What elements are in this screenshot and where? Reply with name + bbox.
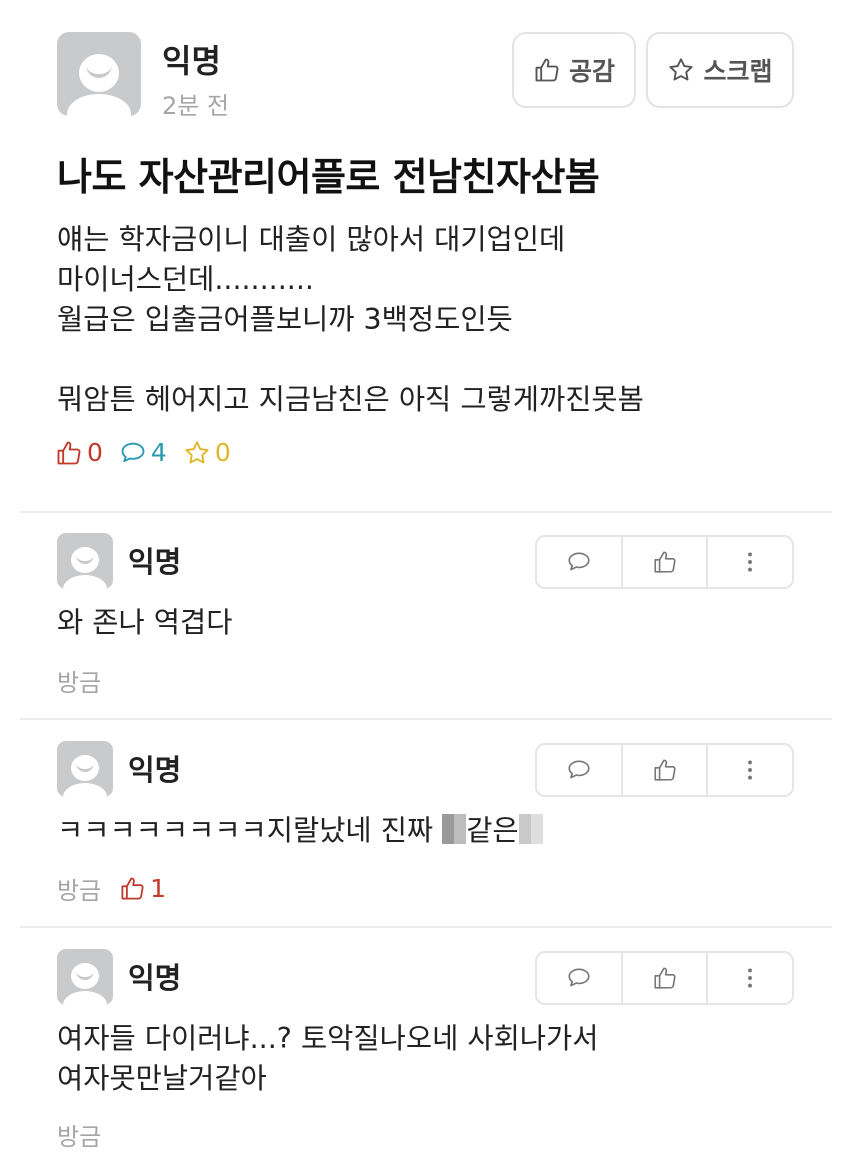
like-count: 0 bbox=[55, 438, 103, 467]
comment-action-group bbox=[535, 951, 794, 1005]
reply-button[interactable] bbox=[537, 745, 623, 795]
comment-author-name: 익명 bbox=[128, 961, 182, 995]
scrap-count-value: 0 bbox=[214, 438, 231, 467]
post-body-line: 월급은 입출금어플보니까 3백정도인듯 bbox=[57, 303, 513, 336]
comment-text-part: 같은 bbox=[466, 814, 519, 847]
speech-bubble-icon bbox=[568, 552, 590, 571]
comment-count-value: 4 bbox=[150, 438, 167, 467]
thumbs-up-icon bbox=[653, 551, 676, 573]
scrap-button[interactable]: 스크랩 bbox=[646, 32, 794, 108]
comment-count: 4 bbox=[119, 438, 167, 467]
more-vertical-icon bbox=[748, 968, 753, 988]
comment-author-avatar bbox=[57, 949, 113, 1005]
post: 익명 2분 전 공감 스크랩 나도 자산관리어플로 전남친자산봄 얘는 학자금이… bbox=[0, 0, 850, 512]
comment-text-line: 여자못만날거같아 bbox=[57, 1062, 267, 1095]
comment-like-count-value: 1 bbox=[150, 874, 167, 903]
post-body-line: 얘는 학자금이니 대출이 많아서 대기업인데 bbox=[57, 223, 566, 256]
speech-bubble-icon bbox=[568, 968, 590, 987]
comment-text: ㅋㅋㅋㅋㅋㅋㅋㅋ지랄났네 진짜 같은 bbox=[57, 811, 817, 851]
comment-timestamp: 방금 bbox=[57, 1123, 102, 1151]
like-button[interactable]: 공감 bbox=[512, 32, 636, 108]
comment-like-button[interactable] bbox=[623, 537, 709, 587]
comment-like-count: 1 bbox=[119, 874, 166, 903]
comment-text-part: ㅋㅋㅋㅋㅋㅋㅋㅋ지랄났네 진짜 bbox=[57, 814, 443, 847]
more-vertical-icon bbox=[748, 760, 753, 780]
thumbs-up-icon bbox=[653, 967, 676, 989]
comment-timestamp: 방금 bbox=[57, 877, 102, 905]
star-icon bbox=[185, 440, 209, 463]
speech-bubble-icon bbox=[121, 442, 145, 462]
post-author-name: 익명 bbox=[162, 42, 221, 80]
comment-text: 와 존나 역겹다 bbox=[57, 606, 233, 639]
more-options-button[interactable] bbox=[708, 745, 792, 795]
comment-text-line: 여자들 다이러냐...? 토악질나오네 사회나가서 bbox=[57, 1022, 599, 1055]
comment-author-avatar bbox=[57, 533, 113, 589]
post-body-line: 마이너스던데........... bbox=[57, 263, 314, 296]
comment-author-name: 익명 bbox=[128, 753, 182, 787]
comment-author-avatar bbox=[57, 741, 113, 797]
divider bbox=[20, 926, 832, 928]
comment-timestamp: 방금 bbox=[57, 669, 102, 697]
comment-like-button[interactable] bbox=[623, 953, 709, 1003]
thumbs-up-icon bbox=[653, 759, 676, 781]
post-body: 얘는 학자금이니 대출이 많아서 대기업인데 마이너스던데...........… bbox=[57, 220, 817, 420]
post-stats: 0 4 0 bbox=[55, 438, 247, 467]
like-button-label: 공감 bbox=[568, 57, 615, 86]
comment-meta: 방금 1 bbox=[57, 871, 166, 906]
censored-word-mosaic bbox=[518, 814, 543, 844]
comment-author-name: 익명 bbox=[128, 545, 182, 579]
speech-bubble-icon bbox=[568, 760, 590, 779]
post-author-avatar bbox=[57, 32, 141, 116]
comment-action-group bbox=[535, 535, 794, 589]
divider bbox=[20, 718, 832, 720]
post-body-blank-line bbox=[57, 340, 817, 380]
scrap-count: 0 bbox=[183, 438, 231, 467]
thumbs-up-icon bbox=[121, 877, 144, 900]
comment-like-button[interactable] bbox=[623, 745, 709, 795]
post-timestamp: 2분 전 bbox=[162, 92, 230, 120]
comment-meta: 방금 bbox=[57, 663, 101, 698]
thumbs-up-icon bbox=[535, 58, 559, 82]
censored-word-mosaic bbox=[442, 814, 467, 844]
like-count-value: 0 bbox=[87, 438, 103, 467]
star-icon bbox=[669, 58, 694, 81]
more-options-button[interactable] bbox=[708, 953, 792, 1003]
scrap-button-label: 스크랩 bbox=[703, 57, 773, 86]
comment-action-group bbox=[535, 743, 794, 797]
more-vertical-icon bbox=[748, 552, 753, 572]
more-options-button[interactable] bbox=[708, 537, 792, 587]
post-body-line: 뭐암튼 헤어지고 지금남친은 아직 그렇게까진못봄 bbox=[57, 383, 644, 416]
thumbs-up-icon bbox=[57, 441, 81, 464]
comment-text: 여자들 다이러냐...? 토악질나오네 사회나가서 여자못만날거같아 bbox=[57, 1019, 817, 1099]
post-title: 나도 자산관리어플로 전남친자산봄 bbox=[57, 155, 600, 199]
reply-button[interactable] bbox=[537, 537, 623, 587]
reply-button[interactable] bbox=[537, 953, 623, 1003]
divider bbox=[20, 511, 832, 513]
comment-meta: 방금 bbox=[57, 1117, 101, 1152]
